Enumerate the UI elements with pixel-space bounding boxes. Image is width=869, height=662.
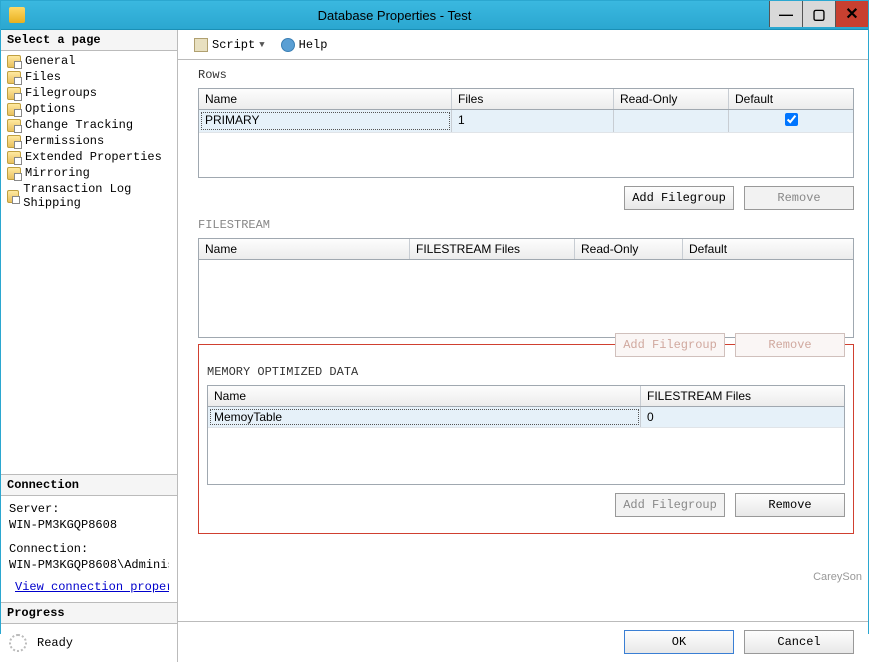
remove-button: Remove	[744, 186, 854, 210]
page-icon	[7, 190, 19, 203]
col-files[interactable]: FILESTREAM Files	[641, 386, 844, 406]
cell-name[interactable]: PRIMARY	[199, 110, 452, 132]
cell-default[interactable]	[729, 110, 853, 132]
col-readonly[interactable]: Read-Only	[575, 239, 683, 259]
remove-button-fs: Remove	[735, 333, 845, 357]
window-buttons: — ▢ ✕	[769, 1, 868, 27]
connection-value: WIN-PM3KGQP8608\Administrat	[9, 558, 169, 572]
sidebar-item-label: Transaction Log Shipping	[23, 182, 171, 210]
filestream-label: FILESTREAM	[198, 218, 854, 232]
cell-name[interactable]: MemoyTable	[208, 407, 641, 427]
remove-button-mem[interactable]: Remove	[735, 493, 845, 517]
sidebar-item-label: Filegroups	[25, 86, 97, 100]
help-icon	[281, 38, 295, 52]
maximize-button[interactable]: ▢	[802, 1, 835, 27]
page-icon	[7, 135, 21, 148]
page-icon	[7, 119, 21, 132]
col-default[interactable]: Default	[683, 239, 853, 259]
table-row[interactable]: PRIMARY 1	[199, 110, 853, 133]
window-title: Database Properties - Test	[31, 8, 868, 23]
view-connection-link[interactable]: View connection properties	[15, 580, 169, 594]
toolbar: Script ▼ Help	[178, 30, 868, 60]
page-icon	[7, 87, 21, 100]
filestream-section: FILESTREAM Name FILESTREAM Files Read-On…	[198, 218, 854, 338]
sidebar-item-label: Change Tracking	[25, 118, 133, 132]
help-label: Help	[299, 38, 328, 52]
col-name[interactable]: Name	[199, 239, 410, 259]
watermark: CareySon	[813, 571, 862, 583]
script-button[interactable]: Script ▼	[188, 36, 271, 54]
close-button[interactable]: ✕	[835, 1, 868, 27]
script-label: Script	[212, 38, 255, 52]
server-value: WIN-PM3KGQP8608	[9, 518, 169, 532]
table-row[interactable]: MemoyTable 0	[208, 407, 844, 428]
connection-header: Connection	[1, 475, 177, 496]
sidebar-item-label: Options	[25, 102, 75, 116]
sidebar-item-label: Extended Properties	[25, 150, 162, 164]
app-icon	[9, 7, 25, 23]
page-icon	[7, 103, 21, 116]
progress-header: Progress	[1, 603, 177, 624]
sidebar-item-files[interactable]: Files	[1, 69, 177, 85]
connection-label: Connection:	[9, 542, 169, 556]
sidebar-item-label: Files	[25, 70, 61, 84]
sidebar-item-transaction-log-shipping[interactable]: Transaction Log Shipping	[1, 181, 177, 211]
dialog-footer: OK Cancel	[178, 621, 868, 662]
col-files[interactable]: FILESTREAM Files	[410, 239, 575, 259]
sidebar-header: Select a page	[1, 30, 177, 51]
help-button[interactable]: Help	[275, 36, 334, 54]
sidebar-list: General Files Filegroups Options Change …	[1, 51, 177, 213]
dropdown-arrow-icon: ▼	[259, 40, 264, 50]
connection-panel: Connection Server: WIN-PM3KGQP8608 Conne…	[1, 474, 177, 602]
add-filegroup-button-fs: Add Filegroup	[615, 333, 725, 357]
minimize-button[interactable]: —	[769, 1, 802, 27]
sidebar-item-mirroring[interactable]: Mirroring	[1, 165, 177, 181]
sidebar-item-permissions[interactable]: Permissions	[1, 133, 177, 149]
cell-files: 0	[641, 407, 844, 427]
sidebar-item-label: Mirroring	[25, 166, 90, 180]
script-icon	[194, 38, 208, 52]
rows-grid: Name Files Read-Only Default PRIMARY 1	[198, 88, 854, 178]
sidebar-item-options[interactable]: Options	[1, 101, 177, 117]
col-name[interactable]: Name	[199, 89, 452, 109]
memory-label: MEMORY OPTIMIZED DATA	[207, 365, 845, 379]
cell-files: 1	[452, 110, 614, 132]
add-filegroup-button-mem: Add Filegroup	[615, 493, 725, 517]
sidebar: Select a page General Files Filegroups O…	[1, 30, 178, 662]
cell-readonly[interactable]	[614, 110, 729, 132]
server-label: Server:	[9, 502, 169, 516]
col-readonly[interactable]: Read-Only	[614, 89, 729, 109]
titlebar: Database Properties - Test — ▢ ✕	[1, 1, 868, 30]
page-icon	[7, 167, 21, 180]
memory-optimized-highlight: Add Filegroup Remove MEMORY OPTIMIZED DA…	[198, 344, 854, 534]
page-icon	[7, 151, 21, 164]
memory-section: MEMORY OPTIMIZED DATA Name FILESTREAM Fi…	[207, 365, 845, 517]
progress-status: Ready	[37, 636, 73, 650]
progress-panel: Progress Ready	[1, 602, 177, 662]
sidebar-item-label: Permissions	[25, 134, 104, 148]
col-default[interactable]: Default	[729, 89, 853, 109]
page-icon	[7, 55, 21, 68]
sidebar-item-extended-properties[interactable]: Extended Properties	[1, 149, 177, 165]
sidebar-item-general[interactable]: General	[1, 53, 177, 69]
col-files[interactable]: Files	[452, 89, 614, 109]
col-name[interactable]: Name	[208, 386, 641, 406]
memory-grid: Name FILESTREAM Files MemoyTable 0	[207, 385, 845, 485]
add-filegroup-button[interactable]: Add Filegroup	[624, 186, 734, 210]
sidebar-item-label: General	[25, 54, 75, 68]
sidebar-item-change-tracking[interactable]: Change Tracking	[1, 117, 177, 133]
rows-section: Rows Name Files Read-Only Default PRIMAR…	[198, 68, 854, 218]
rows-label: Rows	[198, 68, 854, 82]
sidebar-item-filegroups[interactable]: Filegroups	[1, 85, 177, 101]
default-checkbox[interactable]	[785, 113, 798, 126]
filestream-grid: Name FILESTREAM Files Read-Only Default	[198, 238, 854, 338]
progress-spinner-icon	[9, 634, 27, 652]
page-icon	[7, 71, 21, 84]
